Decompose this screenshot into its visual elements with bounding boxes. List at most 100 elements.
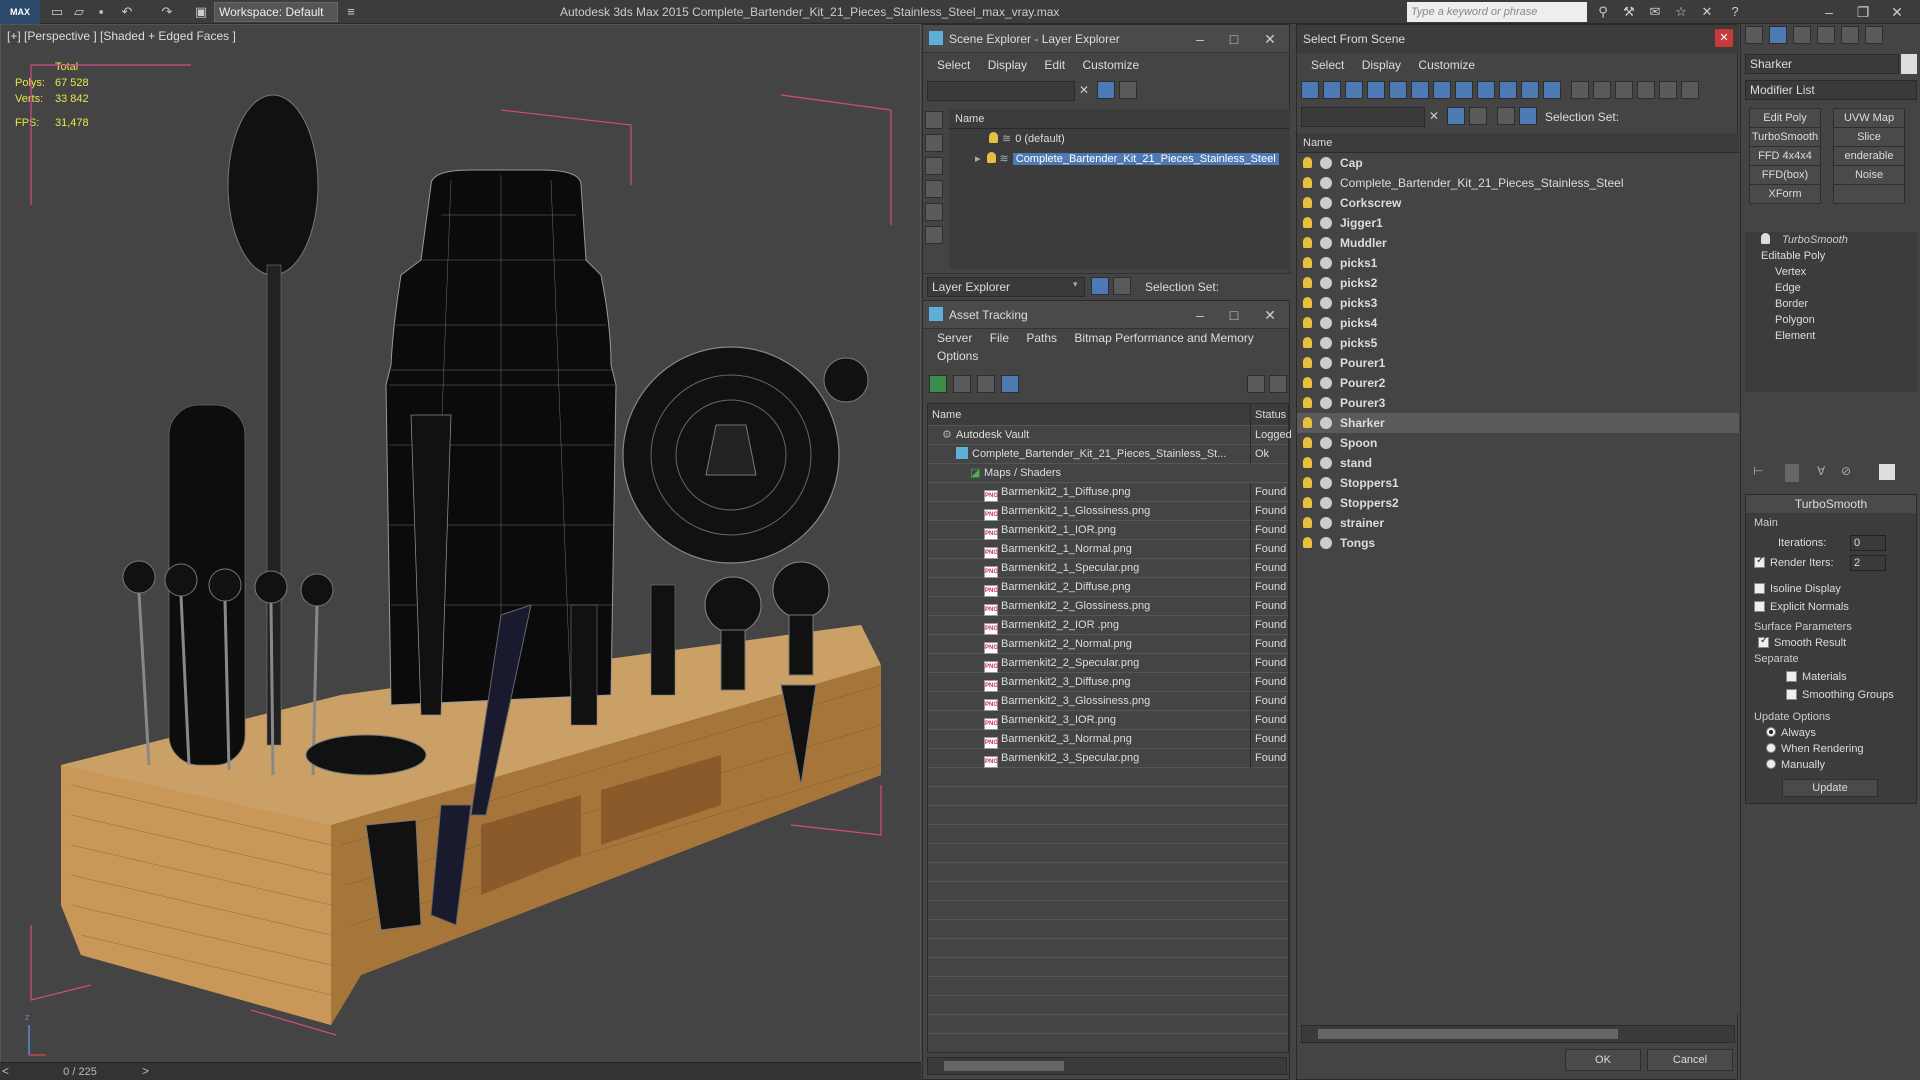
filter-none-icon[interactable] [1593,81,1611,99]
object-row[interactable]: Tongs [1297,533,1739,553]
object-row[interactable]: strainer [1297,513,1739,533]
time-slider[interactable]: < 0 / 225 > [0,1062,921,1080]
object-row[interactable]: Pourer3 [1297,393,1739,413]
asset-row[interactable]: PNG Barmenkit2_2_Glossiness.png Found [928,597,1288,616]
asset-row[interactable]: PNG Barmenkit2_1_Specular.png Found [928,559,1288,578]
layer-row-default[interactable]: ≋ 0 (default) [949,129,1290,149]
modifier-set-button[interactable]: enderable Splir [1833,146,1905,180]
create-tab-icon[interactable] [1745,26,1763,44]
undo-icon[interactable]: ↶ [118,3,136,21]
visibility-bulb-icon[interactable] [986,152,996,163]
filter-containers-icon[interactable] [1499,81,1517,99]
asset-row[interactable]: PNG Barmenkit2_3_Normal.png Found [928,730,1288,749]
sfs-scroll-thumb[interactable] [1318,1029,1618,1039]
subscription-icon[interactable]: ⚒ [1620,3,1638,21]
close-button[interactable]: ✕ [1880,0,1914,24]
at-maximize-button[interactable]: □ [1217,303,1251,327]
visibility-bulb-icon[interactable] [1303,517,1312,528]
object-color-swatch[interactable] [1901,54,1917,74]
object-row[interactable]: picks3 [1297,293,1739,313]
display-tab-icon[interactable] [1841,26,1859,44]
visibility-bulb-icon[interactable] [1303,457,1312,468]
object-row[interactable]: picks5 [1297,333,1739,353]
refresh-icon[interactable] [929,375,947,393]
asset-row[interactable]: PNG Barmenkit2_1_Diffuse.png Found [928,483,1288,502]
search-input[interactable]: Type a keyword or phrase [1407,2,1587,22]
at-menu-bitmap[interactable]: Bitmap Performance and Memory [1074,331,1253,345]
expand-arrow-icon[interactable]: ▸ [975,153,981,165]
binoculars-icon[interactable]: ⚲ [1594,3,1612,21]
asset-row[interactable]: PNG Barmenkit2_3_IOR.png Found [928,711,1288,730]
open-file-icon[interactable]: ▱ [70,3,88,21]
filter-options-icon[interactable] [1681,81,1699,99]
stack-item-turbosmooth[interactable]: TurboSmooth [1745,232,1917,248]
sfs-menu-display[interactable]: Display [1362,58,1401,72]
at-scroll-thumb[interactable] [944,1061,1064,1071]
show-end-result-icon[interactable] [1785,464,1799,482]
asset-row[interactable]: PNG Barmenkit2_2_IOR .png Found [928,616,1288,635]
modifier-set-button[interactable]: FFD 4x4x4 [1749,146,1821,166]
filter-all-icon[interactable] [1571,81,1589,99]
sfs-clear-icon[interactable]: ✕ [1429,109,1439,123]
visibility-bulb-icon[interactable] [1303,197,1312,208]
sfs-search-input[interactable] [1301,107,1425,127]
sfs-menu-select[interactable]: Select [1311,58,1344,72]
visibility-bulb-icon[interactable] [1303,437,1312,448]
workspace-menu-icon[interactable]: ≡ [342,3,360,21]
visibility-bulb-icon[interactable] [1303,257,1312,268]
project-icon[interactable]: ▣ [192,3,210,21]
object-row[interactable]: Stoppers2 [1297,493,1739,513]
sfs-hierarchy-icon[interactable] [1497,107,1515,125]
visibility-bulb-icon[interactable] [1303,177,1312,188]
object-row[interactable]: Spoon [1297,433,1739,453]
se-layers-toggle-icon[interactable] [1091,277,1109,295]
visibility-bulb-icon[interactable] [1303,537,1312,548]
stack-subobject-item[interactable]: Edge [1745,280,1917,296]
se-column-name[interactable]: Name [949,109,1290,129]
se-search-input[interactable] [927,81,1075,101]
col-name-header[interactable]: Name [928,404,1248,426]
object-row[interactable]: Muddler [1297,233,1739,253]
sfs-horizontal-scrollbar[interactable] [1301,1025,1735,1043]
se-menu-edit[interactable]: Edit [1044,58,1065,72]
visibility-bulb-icon[interactable] [1303,157,1312,168]
se-layers-icon[interactable] [1119,81,1137,99]
table-view-icon[interactable] [1001,375,1019,393]
asset-row[interactable]: PNG Barmenkit2_3_Diffuse.png Found [928,673,1288,692]
at-menu-options[interactable]: Options [937,349,978,363]
at-close-button[interactable]: ✕ [1253,303,1287,327]
stack-item-editable-poly[interactable]: Editable Poly [1745,248,1917,264]
se-menu-customize[interactable]: Customize [1082,58,1139,72]
modifier-set-button[interactable]: XForm [1749,184,1821,204]
modifier-set-button[interactable]: Slice [1833,127,1905,147]
sfs-column-name[interactable]: Name [1297,133,1739,153]
sfs-filter-icon[interactable] [1447,107,1465,125]
redo-icon[interactable]: ↷ [158,3,176,21]
sfs-close-button[interactable]: ✕ [1715,29,1733,47]
asset-row[interactable]: Complete_Bartender_Kit_21_Pieces_Stainle… [928,445,1288,464]
time-next-icon[interactable]: > [142,1064,149,1078]
filter-invert-icon[interactable] [1615,81,1633,99]
visibility-bulb-icon[interactable] [1303,477,1312,488]
modifier-set-button[interactable]: Edit Poly [1749,108,1821,128]
minimize-button[interactable]: – [1812,0,1846,24]
filter-geometry-icon[interactable] [1301,81,1319,99]
remove-modifier-icon[interactable]: ⊘ [1841,464,1851,478]
filter-lights-icon[interactable] [1345,81,1363,99]
modifier-list-dropdown[interactable]: Modifier List [1745,80,1917,100]
workspace-dropdown[interactable]: Workspace: Default [214,2,338,22]
make-unique-icon[interactable]: ∀ [1817,464,1825,478]
configure-sets-icon[interactable] [1879,464,1895,480]
communication-icon[interactable]: ✉ [1646,3,1664,21]
list-view-icon[interactable] [953,375,971,393]
combo-arrow-icon[interactable]: ▾ [1073,279,1078,290]
se-menu-select[interactable]: Select [937,58,970,72]
visibility-bulb-icon[interactable] [1303,297,1312,308]
se-close-button[interactable]: ✕ [1253,27,1287,51]
thumbnail-view-icon[interactable] [977,375,995,393]
object-row[interactable]: Pourer2 [1297,373,1739,393]
at-menu-paths[interactable]: Paths [1026,331,1057,345]
asset-row[interactable]: PNG Barmenkit2_1_Normal.png Found [928,540,1288,559]
col-status-header[interactable]: Status [1250,404,1290,426]
explicit-normals-checkbox[interactable] [1754,601,1765,612]
